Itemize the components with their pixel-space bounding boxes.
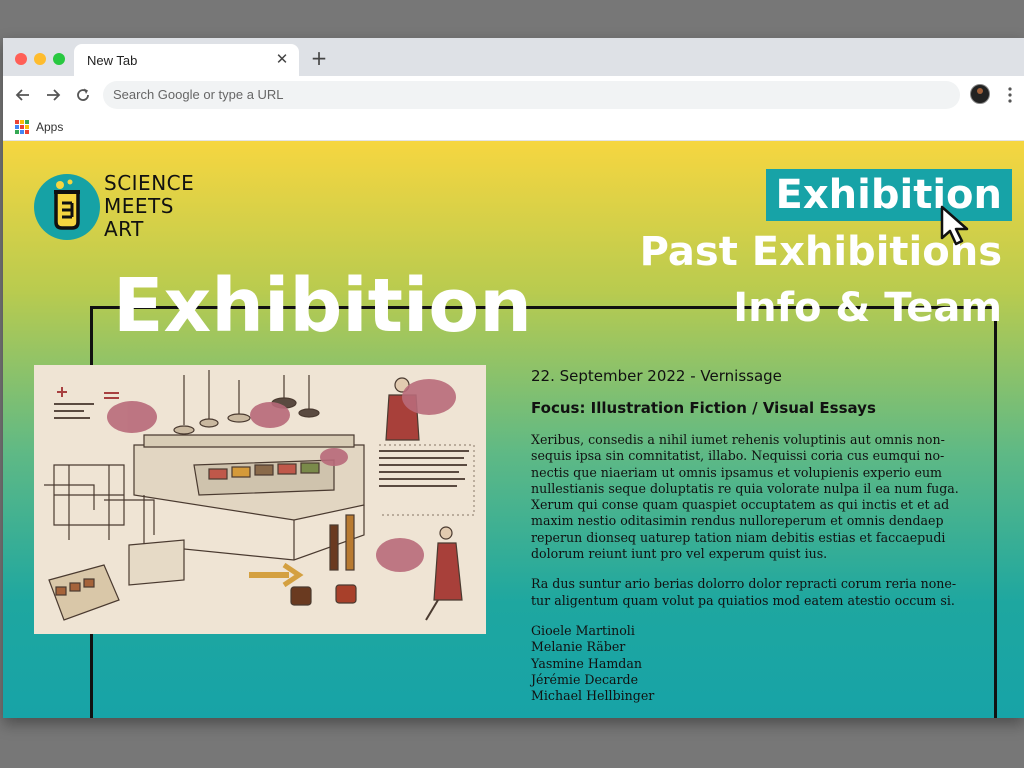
logo-line-2: MEETS [104,194,174,218]
browser-menu-icon[interactable] [1003,86,1017,104]
logo-wordmark[interactable]: SCIENCE MEETS ART [104,172,194,241]
profile-avatar[interactable] [970,84,990,104]
close-window-button[interactable] [15,53,27,65]
artist-name: Yasmine Hamdan [531,655,642,671]
exhibition-focus: Focus: Illustration Fiction / Visual Ess… [531,399,876,417]
close-tab-icon[interactable]: ✕ [274,51,290,67]
tab-new-tab[interactable]: New Tab ✕ [74,44,299,76]
flask-logo-icon[interactable] [34,174,100,240]
mouse-pointer-icon [940,205,969,246]
apps-bookmark-label[interactable]: Apps [36,120,63,134]
logo-line-3: ART [104,217,144,241]
tab-title: New Tab [87,53,138,68]
address-bar[interactable]: Search Google or type a URL [103,81,960,109]
back-arrow-icon[interactable] [14,86,32,104]
exhibition-details: 22. September 2022 - Vernissage Focus: I… [531,366,961,704]
page-viewport: SCIENCE MEETS ART Exhibition Exhibition … [3,141,1024,718]
artist-name: Gioele Martinoli [531,622,635,638]
apps-grid-icon[interactable] [15,120,29,134]
browser-window: New Tab ✕ + Search Google or type a URL [3,38,1024,718]
maximize-window-button[interactable] [53,53,65,65]
page-title: Exhibition [113,263,532,349]
artist-list: Gioele Martinoli Melanie Räber Yasmine H… [531,623,961,704]
exhibition-illustration [34,365,486,634]
reload-icon[interactable] [74,86,92,104]
browser-toolbar: Search Google or type a URL [3,76,1024,114]
artist-name: Michael Hellbinger [531,688,655,704]
exhibition-date: 22. September 2022 - Vernissage [531,367,782,385]
new-tab-plus-icon[interactable]: + [309,48,329,68]
address-bar-placeholder: Search Google or type a URL [113,87,284,102]
minimize-window-button[interactable] [34,53,46,65]
logo-line-1: SCIENCE [104,171,195,195]
tab-strip: New Tab ✕ + [3,38,1024,76]
artist-name: Jérémie Decarde [531,671,639,687]
description-paragraph-2: Ra dus suntur ario berias dolorro dolor … [531,576,957,608]
forward-arrow-icon[interactable] [44,86,62,104]
bookmarks-bar: Apps [3,114,1024,141]
artist-name: Melanie Räber [531,639,626,655]
description-paragraph-1: Xeribus, consedis a nihil iumet rehenis … [531,432,959,562]
nav-info-team-link[interactable]: Info & Team [733,285,1002,331]
